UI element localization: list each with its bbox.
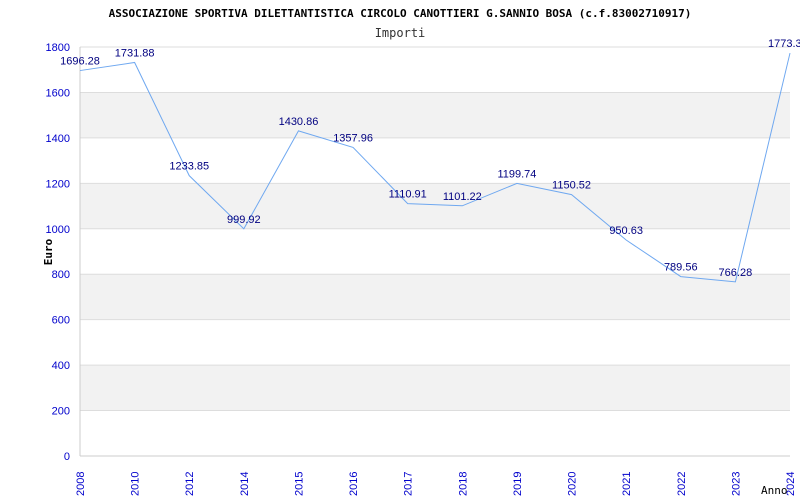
data-labels: 1696.28 1731.88 1233.85 999.92 1430.86 1357.9…	[60, 38, 800, 279]
data-label: 1101.22	[443, 191, 482, 203]
x-tick-label: 2015	[293, 472, 305, 496]
y-tick-label: 1200	[46, 178, 70, 190]
data-label: 1773.3	[768, 38, 800, 50]
y-tick-label: 0	[64, 451, 70, 463]
data-label: 789.56	[664, 262, 698, 274]
data-label: 1430.86	[279, 116, 319, 128]
x-tick-label: 2008	[75, 472, 87, 496]
x-tick-label: 2010	[130, 472, 142, 496]
grid-band	[80, 274, 790, 320]
x-tick-label: 2019	[512, 472, 524, 496]
data-label: 1199.74	[497, 168, 536, 180]
x-tick-label: 2012	[184, 472, 196, 496]
chart-title: ASSOCIAZIONE SPORTIVA DILETTANTISTICA CI…	[109, 7, 692, 20]
y-tick-label: 800	[52, 269, 70, 281]
x-tick-label: 2023	[730, 472, 742, 496]
y-axis-label: Euro	[42, 238, 55, 265]
x-tick-label: 2016	[348, 472, 360, 496]
x-tick-labels: 2008 2010 2012 2014 2015 2016 2017 2018 2019 2020…	[75, 472, 797, 496]
chart: ASSOCIAZIONE SPORTIVA DILETTANTISTICA CI…	[42, 7, 800, 497]
data-label: 766.28	[719, 267, 753, 279]
x-tick-label: 2018	[457, 472, 469, 496]
data-label: 950.63	[609, 225, 643, 237]
data-label: 999.92	[227, 214, 261, 226]
x-tick-label: 2021	[621, 472, 633, 496]
y-tick-label: 1600	[46, 87, 70, 99]
y-tick-label: 1000	[46, 224, 70, 236]
chart-subtitle: Importi	[375, 26, 426, 40]
x-tick-label: 2020	[567, 472, 579, 496]
grid-band	[80, 92, 790, 138]
y-tick-label: 1800	[46, 42, 70, 54]
data-label: 1110.91	[389, 189, 427, 201]
data-label: 1233.85	[169, 161, 209, 173]
grid-band	[80, 365, 790, 411]
x-axis-label: Anno	[761, 484, 788, 497]
grid-bands	[80, 46, 790, 457]
x-tick-label: 2017	[403, 472, 415, 496]
x-tick-label: 2014	[239, 472, 251, 496]
data-label: 1696.28	[60, 56, 100, 68]
data-label: 1150.52	[552, 180, 591, 192]
grid-band	[80, 183, 790, 229]
y-tick-label: 200	[52, 406, 70, 418]
x-tick-label: 2022	[676, 472, 688, 496]
y-tick-label: 1400	[46, 133, 70, 145]
data-label: 1357.96	[333, 132, 373, 144]
y-tick-label: 400	[52, 360, 70, 372]
data-label: 1731.88	[115, 47, 155, 59]
y-tick-label: 600	[52, 315, 70, 327]
